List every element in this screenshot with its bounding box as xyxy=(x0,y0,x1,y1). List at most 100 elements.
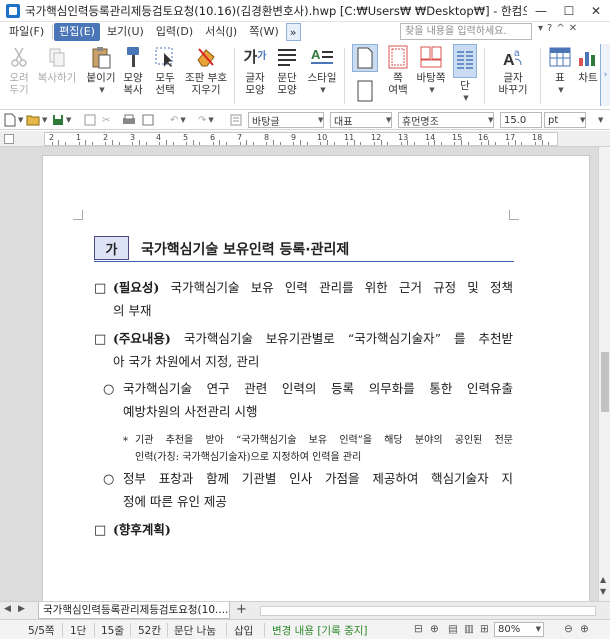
char-shape-label: 글자 모양 xyxy=(245,72,265,96)
char-shape-icon: 가가 xyxy=(243,48,267,66)
add-tab-button[interactable]: + xyxy=(236,602,247,617)
zoom-select[interactable]: 80% ▼ xyxy=(494,622,544,637)
font-select[interactable]: 휴먼명조 xyxy=(398,112,494,128)
replace-text-button[interactable]: Aa 글자 바꾸기 xyxy=(492,44,534,106)
menu-view[interactable]: 보기(U) xyxy=(102,23,149,41)
column-button[interactable]: 단 ▼ xyxy=(450,44,480,106)
master-page-button[interactable]: 바탕쪽 ▼ xyxy=(414,44,448,106)
save-icon[interactable]: ▼ xyxy=(52,112,71,128)
menu-format[interactable]: 서식(J) xyxy=(200,23,242,41)
view-mode-icon[interactable]: ⊟ xyxy=(414,623,423,635)
preview-icon[interactable] xyxy=(142,112,154,128)
chevron-down-icon[interactable]: ▼ xyxy=(486,112,493,128)
menu-bar: 파일(F) 편집(E) 보기(U) 입력(D) 서식(J) 쪽(W) » 찾을 … xyxy=(0,22,610,42)
ruler-tick xyxy=(428,142,429,145)
remove-marks-button[interactable]: 조판 부호 지우기 xyxy=(182,44,230,106)
ruler-toggle[interactable] xyxy=(4,134,14,144)
new-doc-icon[interactable]: ▼ xyxy=(4,112,23,128)
menu-page[interactable]: 쪽(W) xyxy=(244,23,284,41)
web-view-icon[interactable]: ⊕ xyxy=(430,623,439,635)
close-button[interactable]: ✕ xyxy=(583,0,609,22)
open-folder-icon[interactable]: ▼ xyxy=(26,112,47,128)
menu-file[interactable]: 파일(F) xyxy=(4,23,49,41)
dropdown-icon[interactable]: ▾ xyxy=(538,23,543,34)
cut-button[interactable]: 오려 두기 xyxy=(4,44,34,106)
horizontal-scrollbar[interactable] xyxy=(260,606,596,616)
help-search-input[interactable]: 찾을 내용을 입력하세요. xyxy=(400,23,532,40)
print-icon[interactable] xyxy=(122,112,136,128)
zoom-in-icon[interactable]: ⊕ xyxy=(580,623,589,635)
copy-button[interactable]: 복사하기 xyxy=(36,44,78,106)
select-all-button[interactable]: 모두 선택 xyxy=(150,44,180,106)
chart-button[interactable]: 차트 xyxy=(576,44,600,106)
status-page[interactable]: 5/5쪽 xyxy=(28,623,55,638)
page-down-icon[interactable]: ▼ xyxy=(600,587,606,596)
redo-icon[interactable]: ↷ ▼ xyxy=(198,112,214,128)
properties-icon[interactable] xyxy=(84,112,96,128)
paragraph-lead: (필요성) xyxy=(113,280,160,295)
paragraph-line: 국가핵심기술 연구 관련 인력의 등록 의무화를 통한 인력유출 xyxy=(123,381,513,396)
ruler-tick xyxy=(434,140,435,145)
menu-insert[interactable]: 입력(D) xyxy=(151,23,198,41)
language-select[interactable]: 대표 xyxy=(330,112,392,128)
status-divider xyxy=(130,623,131,637)
paragraph-line: 아 국가 차원에서 지정, 관리 xyxy=(113,354,260,369)
ruler-tick xyxy=(139,140,140,145)
cut-small-icon[interactable]: ✂ xyxy=(102,112,110,128)
page-margin-button[interactable]: 쪽 여백 xyxy=(382,44,414,106)
toolbar-more-icon[interactable]: ▼ xyxy=(596,112,603,128)
undo-icon[interactable]: ↶ ▼ xyxy=(170,112,186,128)
chevron-down-icon[interactable]: ▼ xyxy=(384,112,391,128)
ruler-tick xyxy=(166,140,167,145)
ruler-tick-label: 18 xyxy=(532,133,543,142)
ruler-tick xyxy=(407,140,408,145)
para-shape-button[interactable]: 문단 모양 xyxy=(272,44,302,106)
style-select[interactable]: 바탕글 xyxy=(248,112,324,128)
ruler-tick xyxy=(535,142,536,145)
table-icon xyxy=(548,44,572,70)
table-button[interactable]: 표 ▼ xyxy=(546,44,574,106)
master-page-icon xyxy=(419,44,443,70)
chevron-down-icon[interactable]: ▼ xyxy=(316,112,323,128)
two-page-view-icon[interactable]: ▥ xyxy=(464,623,474,635)
ruler-tick xyxy=(381,140,382,145)
ruler-tick xyxy=(58,140,59,145)
clipboard-icon xyxy=(89,44,113,70)
status-bar: 5/5쪽 1단 15줄 52칸 문단 나눔 삽입 변경 내용 [기록 중지] ⊟… xyxy=(0,619,610,639)
char-shape-button[interactable]: 가가 글자 모양 xyxy=(240,44,270,106)
ruler-tick xyxy=(542,140,543,145)
zoom-fit-icon[interactable]: ⊞ xyxy=(480,623,489,635)
format-copy-label: 모양 복사 xyxy=(123,72,143,96)
page-up-icon[interactable]: ▲ xyxy=(600,575,606,584)
page[interactable]: 가 국가핵심기술 보유인력 등록·관리제 □ (필요성) 국가핵심기술 보유 인… xyxy=(42,155,590,601)
ruler-tick xyxy=(273,140,274,145)
ruler-tick xyxy=(280,142,281,145)
help-icon[interactable]: ? xyxy=(547,23,552,34)
collapse-ribbon-icon[interactable]: ^ xyxy=(556,23,564,34)
status-insert-mode[interactable]: 삽입 xyxy=(234,623,253,638)
font-size-input[interactable]: 15.0 xyxy=(500,112,542,128)
paste-button[interactable]: 붙이기 ▼ xyxy=(84,44,118,106)
zoom-out-icon[interactable]: ⊖ xyxy=(564,623,573,635)
tab-scroll-left-icon[interactable]: ◀ xyxy=(4,604,11,614)
horizontal-ruler[interactable]: 2 1 2 3 4 5 6 7 8 9 10 11 12 13 14 15 16 17 18 xyxy=(44,132,558,146)
style-button[interactable]: A 스타일 ▼ xyxy=(304,44,340,106)
close-doc-icon[interactable]: ✕ xyxy=(569,23,577,34)
minimize-button[interactable]: — xyxy=(527,0,555,22)
format-copy-button[interactable]: 모양 복사 xyxy=(118,44,148,106)
ruler-tick xyxy=(354,140,355,145)
page-view-icon[interactable]: ▤ xyxy=(448,623,458,635)
document-tab[interactable]: 국가핵심인력등록관리제등검토요청(10.... xyxy=(38,602,230,619)
menu-edit[interactable]: 편집(E) xyxy=(54,23,100,41)
maximize-button[interactable]: ☐ xyxy=(555,0,583,22)
page-setup-button[interactable] xyxy=(350,78,380,106)
scrollbar-thumb[interactable] xyxy=(601,352,609,412)
menu-overflow-button[interactable]: » xyxy=(285,23,301,41)
ribbon-scroll-button[interactable]: › xyxy=(600,44,610,106)
ruler-tick xyxy=(65,142,66,145)
vertical-scrollbar[interactable]: ▲ ▼ xyxy=(598,147,610,601)
chevron-down-icon[interactable]: ▼ xyxy=(578,112,585,128)
tab-scroll-right-icon[interactable]: ▶ xyxy=(18,604,25,614)
format-settings-icon[interactable] xyxy=(230,112,242,128)
status-track-changes[interactable]: 변경 내용 [기록 중지] xyxy=(272,623,368,638)
